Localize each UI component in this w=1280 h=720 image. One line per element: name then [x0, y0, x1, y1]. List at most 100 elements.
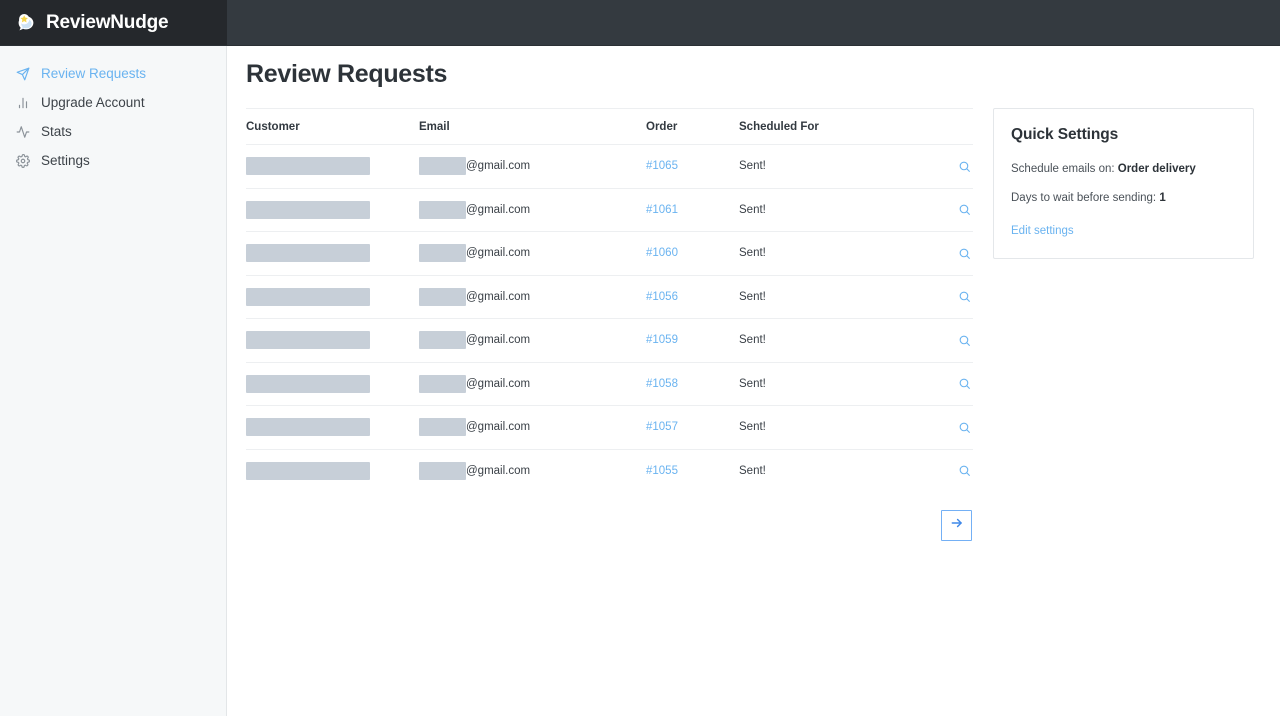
cell-order: #1061: [646, 188, 739, 232]
table-row[interactable]: @gmail.com #1055 Sent!: [246, 449, 973, 492]
cell-email: @gmail.com: [419, 275, 646, 319]
table-row[interactable]: @gmail.com #1059 Sent!: [246, 319, 973, 363]
cell-email: @gmail.com: [419, 145, 646, 189]
cell-customer: [246, 145, 419, 189]
activity-pulse-icon: [16, 125, 30, 139]
schedule-emails-on-value: Order delivery: [1118, 163, 1196, 175]
sidebar-item-settings[interactable]: Settings: [0, 146, 226, 175]
sidebar-item-stats[interactable]: Stats: [0, 117, 226, 146]
search-icon[interactable]: [955, 201, 973, 219]
gear-icon: [16, 154, 30, 168]
email-domain: @gmail.com: [466, 421, 530, 433]
brand-block[interactable]: ReviewNudge: [0, 0, 227, 45]
cell-actions: [939, 319, 973, 363]
order-link[interactable]: #1056: [646, 291, 678, 303]
redacted-email-prefix: [419, 201, 466, 219]
sidebar-item-label: Stats: [41, 124, 72, 139]
order-link[interactable]: #1061: [646, 204, 678, 216]
cell-scheduled-for: Sent!: [739, 319, 939, 363]
table-row[interactable]: @gmail.com#1057Sent!: [246, 406, 973, 450]
table-row[interactable]: @gmail.com #1058 Sent!: [246, 362, 973, 406]
search-icon[interactable]: [955, 375, 973, 393]
table-row[interactable]: @gmail.com#1065 Sent!: [246, 145, 973, 189]
table-row[interactable]: @gmail.com #1061 Sent!: [246, 188, 973, 232]
search-icon[interactable]: [955, 288, 973, 306]
paper-plane-icon: [16, 67, 30, 81]
search-icon[interactable]: [955, 244, 973, 262]
redacted-email-prefix: [419, 375, 466, 393]
search-icon[interactable]: [955, 418, 973, 436]
cell-scheduled-for: Sent!: [739, 449, 939, 492]
search-icon[interactable]: [955, 462, 973, 480]
cell-customer: [246, 188, 419, 232]
cell-email: @gmail.com: [419, 232, 646, 276]
scheduled-status: Sent!: [739, 334, 766, 346]
redacted-customer-name: [246, 331, 370, 349]
cell-customer: [246, 319, 419, 363]
email-domain: @gmail.com: [466, 247, 530, 259]
cell-customer: [246, 449, 419, 492]
email-domain: @gmail.com: [466, 378, 530, 390]
order-link[interactable]: #1058: [646, 378, 678, 390]
cell-email: @gmail.com: [419, 188, 646, 232]
redacted-customer-name: [246, 157, 370, 175]
cell-actions: [939, 232, 973, 276]
redacted-email-prefix: [419, 418, 466, 436]
order-link[interactable]: #1065: [646, 160, 678, 172]
search-icon[interactable]: [955, 331, 973, 349]
cell-email: @gmail.com: [419, 362, 646, 406]
content-row: Customer Email Order Scheduled For @gmai…: [246, 108, 1261, 541]
email-domain: @gmail.com: [466, 334, 530, 346]
cell-actions: [939, 362, 973, 406]
next-page-button[interactable]: [941, 510, 972, 541]
cell-scheduled-for: Sent!: [739, 275, 939, 319]
cell-order: #1056: [646, 275, 739, 319]
cell-actions: [939, 406, 973, 450]
order-link[interactable]: #1060: [646, 247, 678, 259]
redacted-email-prefix: [419, 331, 466, 349]
order-link[interactable]: #1055: [646, 465, 678, 477]
brand-name: ReviewNudge: [46, 12, 168, 34]
cell-email: @gmail.com: [419, 319, 646, 363]
scheduled-status: Sent!: [739, 204, 766, 216]
speech-bubble-star-icon: [14, 11, 38, 35]
email-domain: @gmail.com: [466, 465, 530, 477]
schedule-emails-on-label: Schedule emails on:: [1011, 163, 1118, 175]
cell-order: #1059: [646, 319, 739, 363]
scheduled-status: Sent!: [739, 378, 766, 390]
order-link[interactable]: #1057: [646, 421, 678, 433]
cell-scheduled-for: Sent!: [739, 232, 939, 276]
scheduled-status: Sent!: [739, 465, 766, 477]
table-header-row: Customer Email Order Scheduled For: [246, 109, 973, 145]
cell-customer: [246, 275, 419, 319]
column-header-scheduled-for: Scheduled For: [739, 109, 939, 145]
redacted-email-prefix: [419, 244, 466, 262]
cell-customer: [246, 232, 419, 276]
email-domain: @gmail.com: [466, 204, 530, 216]
sidebar-item-review-requests[interactable]: Review Requests: [0, 59, 226, 88]
cell-actions: [939, 145, 973, 189]
redacted-customer-name: [246, 418, 370, 436]
cell-scheduled-for: Sent!: [739, 362, 939, 406]
arrow-right-icon: [950, 516, 964, 535]
sidebar-item-upgrade-account[interactable]: Upgrade Account: [0, 88, 226, 117]
cell-scheduled-for: Sent!: [739, 188, 939, 232]
cell-actions: [939, 449, 973, 492]
cell-order: #1060: [646, 232, 739, 276]
search-icon[interactable]: [955, 157, 973, 175]
quick-settings-title: Quick Settings: [1011, 126, 1236, 144]
order-link[interactable]: #1059: [646, 334, 678, 346]
sidebar: Review Requests Upgrade Account Stats Se…: [0, 46, 227, 716]
edit-settings-link[interactable]: Edit settings: [1011, 225, 1074, 237]
table-body: @gmail.com#1065Sent!@gmail.com#1061Sent!…: [246, 145, 973, 493]
pagination: [246, 510, 973, 541]
redacted-customer-name: [246, 201, 370, 219]
table-row[interactable]: @gmail.com#1056 Sent!: [246, 275, 973, 319]
cell-order: #1055: [646, 449, 739, 492]
schedule-emails-on-row: Schedule emails on: Order delivery: [1011, 163, 1236, 175]
cell-order: #1058: [646, 362, 739, 406]
page-title: Review Requests: [246, 60, 447, 89]
days-to-wait-value: 1: [1159, 192, 1165, 204]
cell-scheduled-for: Sent!: [739, 145, 939, 189]
table-row[interactable]: @gmail.com #1060 Sent!: [246, 232, 973, 276]
